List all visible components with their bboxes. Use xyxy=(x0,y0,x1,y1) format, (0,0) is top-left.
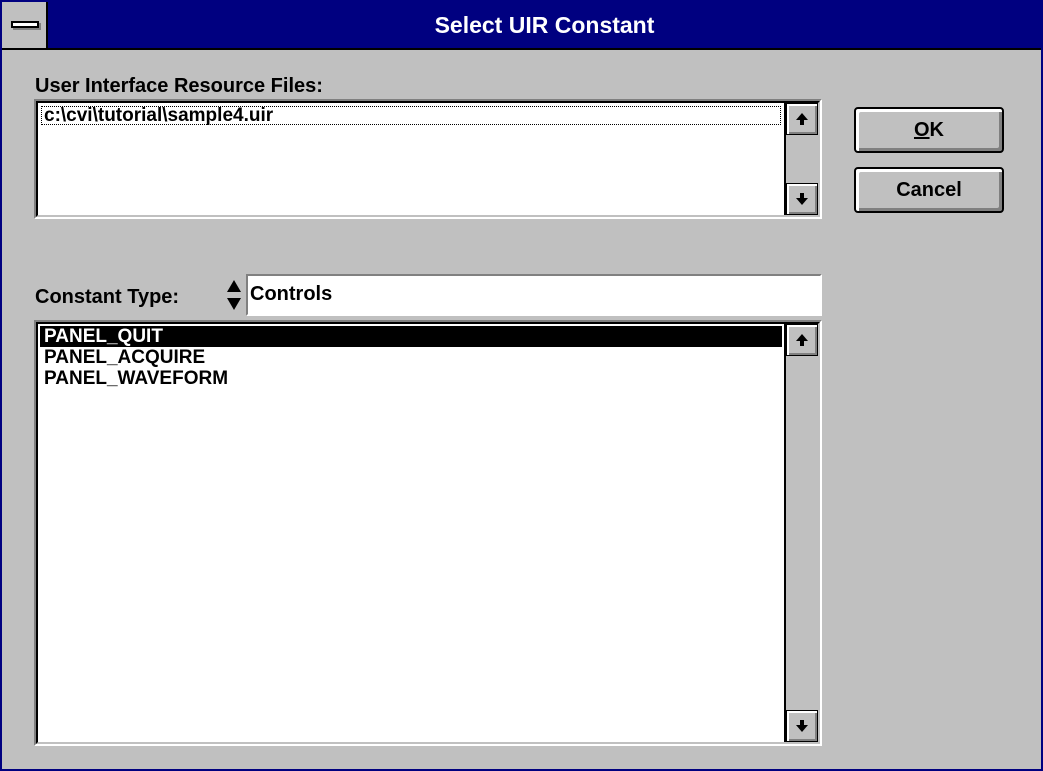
constant-item-panel-quit[interactable]: PANEL_QUIT xyxy=(40,326,782,347)
uir-file-item[interactable]: c:\cvi\tutorial\sample4.uir xyxy=(40,105,782,126)
constants-listbox[interactable]: PANEL_QUIT PANEL_ACQUIRE PANEL_WAVEFORM xyxy=(34,320,822,746)
constants-scroll-up-button[interactable] xyxy=(786,324,818,356)
dialog-title: Select UIR Constant xyxy=(434,12,655,38)
down-arrow-icon xyxy=(796,720,808,732)
uir-files-listbox[interactable]: c:\cvi\tutorial\sample4.uir xyxy=(34,99,822,219)
constants-scrollbar[interactable] xyxy=(784,324,818,742)
constants-scroll-down-button[interactable] xyxy=(786,710,818,742)
ok-button[interactable]: OK xyxy=(854,107,1004,153)
system-menu-icon xyxy=(11,21,39,28)
uir-files-scrollbar[interactable] xyxy=(784,103,818,215)
cancel-button[interactable]: Cancel xyxy=(854,167,1004,213)
uir-files-scroll-down-button[interactable] xyxy=(786,183,818,215)
constant-item-panel-waveform[interactable]: PANEL_WAVEFORM xyxy=(40,368,782,389)
cancel-button-label: Cancel xyxy=(896,178,962,201)
up-arrow-icon xyxy=(796,334,808,346)
ok-button-label: OK xyxy=(913,118,944,141)
dialog-window: Select UIR Constant User Interface Resou… xyxy=(0,0,1043,771)
system-menu-button[interactable] xyxy=(2,2,48,48)
constant-type-spinner[interactable] xyxy=(224,278,244,312)
uir-files-label: User Interface Resource Files: xyxy=(35,75,323,97)
constant-type-field[interactable]: Controls xyxy=(246,274,822,316)
up-arrow-icon xyxy=(796,113,808,125)
uir-files-scroll-up-button[interactable] xyxy=(786,103,818,135)
title-bar[interactable]: Select UIR Constant xyxy=(2,2,1041,50)
constant-item-panel-acquire[interactable]: PANEL_ACQUIRE xyxy=(40,347,782,368)
down-arrow-icon xyxy=(796,193,808,205)
constant-type-label: Constant Type: xyxy=(35,286,180,308)
up-down-spinner-icon xyxy=(227,280,241,310)
